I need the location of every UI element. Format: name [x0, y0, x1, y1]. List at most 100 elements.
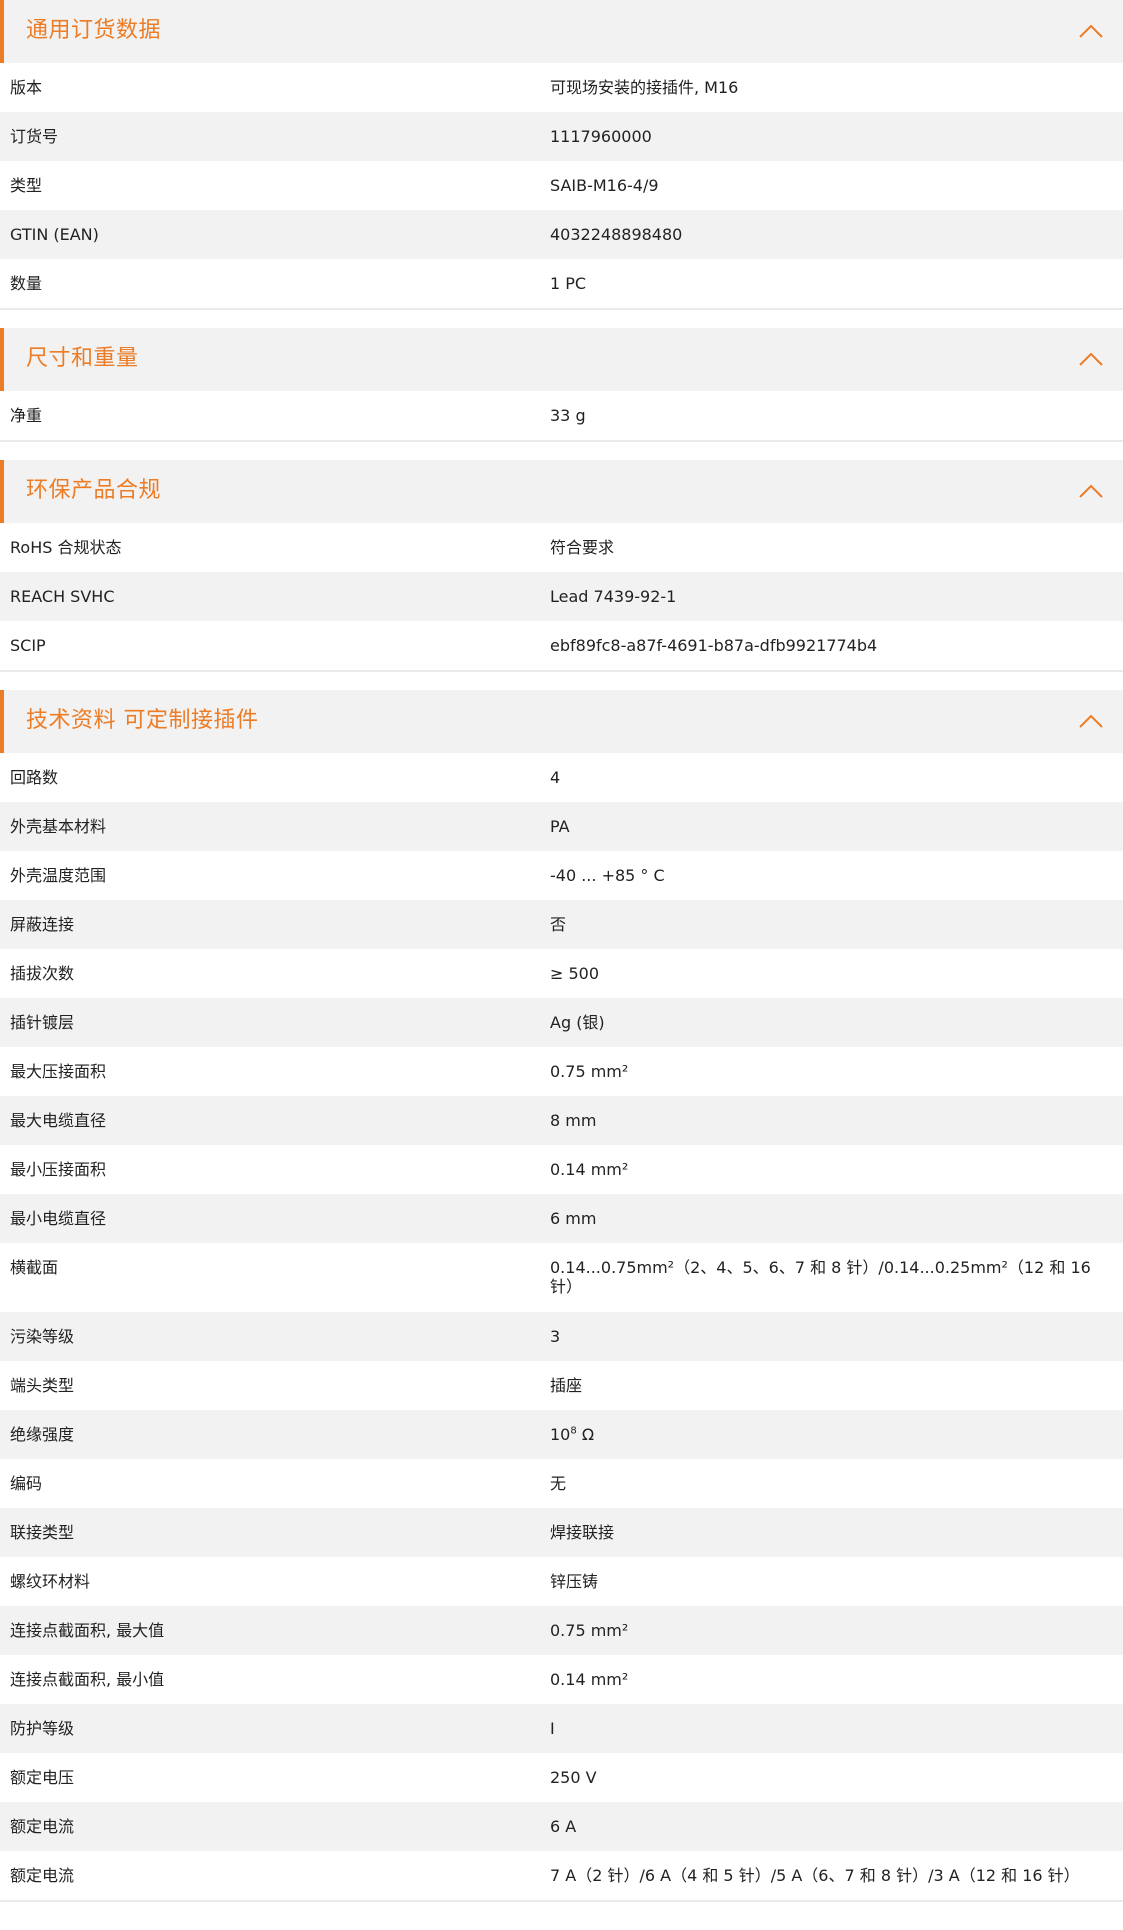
section-header[interactable]: 环保产品合规	[0, 460, 1123, 523]
table-row: 外壳基本材料 PA	[0, 802, 1123, 851]
divider	[0, 1900, 1123, 1902]
row-value: 0.75 mm²	[550, 1621, 629, 1640]
row-value: 0.14 mm²	[550, 1670, 629, 1689]
divider	[0, 440, 1123, 442]
row-label: 额定电流	[10, 1817, 75, 1836]
row-label: 额定电流	[10, 1866, 75, 1885]
row-label: 绝缘强度	[10, 1425, 75, 1444]
table-row: 额定电流 7 A（2 针）/6 A（4 和 5 针）/5 A（6、7 和 8 针）…	[0, 1851, 1123, 1900]
row-value: 4	[550, 768, 561, 787]
table-row: 横截面 0.14...0.75mm²（2、4、5、6、7 和 8 针）/0.14.…	[0, 1243, 1123, 1312]
row-value: 焊接联接	[550, 1523, 615, 1542]
section-title: 通用订货数据	[26, 18, 162, 43]
section-title: 尺寸和重量	[26, 346, 139, 371]
table-row: 类型 SAIB-M16-4/9	[0, 161, 1123, 210]
table-row: GTIN (EAN) 4032248898480	[0, 210, 1123, 259]
row-label: 净重	[10, 406, 43, 425]
row-value: 250 V	[550, 1768, 597, 1787]
row-value: 6 mm	[550, 1209, 597, 1228]
row-value: 锌压铸	[550, 1572, 599, 1591]
row-value: 1 PC	[550, 274, 587, 293]
section-technical-data: 技术资料 可定制接插件 回路数 4 外壳基本材料 PA 外壳温度范围 -40 ... …	[0, 690, 1123, 1902]
row-label: 螺纹环材料	[10, 1572, 91, 1591]
row-label: SCIP	[10, 636, 46, 655]
row-label: 端头类型	[10, 1376, 75, 1395]
row-value: 符合要求	[550, 538, 615, 557]
value-unit: Ω	[576, 1425, 595, 1444]
row-label: REACH SVHC	[10, 587, 115, 606]
divider	[0, 670, 1123, 672]
row-value: Ag (银)	[550, 1013, 605, 1032]
table-row: 最大电缆直径 8 mm	[0, 1096, 1123, 1145]
row-label: 额定电压	[10, 1768, 75, 1787]
table-row: 回路数 4	[0, 753, 1123, 802]
row-value: 6 A	[550, 1817, 577, 1836]
row-value: Lead 7439-92-1	[550, 587, 677, 606]
product-data-page: 通用订货数据 版本 可现场安装的接插件, M16 订货号 1117960000 类型…	[0, 0, 1123, 1902]
row-value: 0.75 mm²	[550, 1062, 629, 1081]
row-value: PA	[550, 817, 570, 836]
chevron-up-icon[interactable]	[1076, 347, 1106, 371]
row-label: 防护等级	[10, 1719, 75, 1738]
value-base: 10	[550, 1425, 571, 1444]
section-header[interactable]: 通用订货数据	[0, 0, 1123, 63]
row-label: 屏蔽连接	[10, 915, 75, 934]
row-label: 类型	[10, 176, 43, 195]
row-label: RoHS 合规状态	[10, 538, 122, 557]
row-label: 污染等级	[10, 1327, 75, 1346]
table-row: SCIP ebf89fc8-a87f-4691-b87a-dfb9921774b4	[0, 621, 1123, 670]
chevron-up-icon[interactable]	[1076, 19, 1106, 43]
table-row: 防护等级 I	[0, 1704, 1123, 1753]
row-label: 最大电缆直径	[10, 1111, 107, 1130]
row-value: 无	[550, 1474, 567, 1493]
row-label: 订货号	[10, 127, 59, 146]
table-row: 螺纹环材料 锌压铸	[0, 1557, 1123, 1606]
row-label: 连接点截面积, 最小值	[10, 1670, 165, 1689]
table-row: 外壳温度范围 -40 ... +85 ° C	[0, 851, 1123, 900]
row-label: 插针镀层	[10, 1013, 75, 1032]
row-value: SAIB-M16-4/9	[550, 176, 659, 195]
table-row: 最小压接面积 0.14 mm²	[0, 1145, 1123, 1194]
table-row: 数量 1 PC	[0, 259, 1123, 308]
table-row: 最小电缆直径 6 mm	[0, 1194, 1123, 1243]
table-row: 屏蔽连接 否	[0, 900, 1123, 949]
row-label: 联接类型	[10, 1523, 75, 1542]
chevron-up-icon[interactable]	[1076, 479, 1106, 503]
row-label: 版本	[10, 78, 43, 97]
row-label: 插拔次数	[10, 964, 75, 983]
row-value: 108 Ω	[550, 1410, 1110, 1456]
section-environmental-compliance: 环保产品合规 RoHS 合规状态 符合要求 REACH SVHC Lead 7439…	[0, 460, 1123, 672]
section-title: 技术资料 可定制接插件	[26, 708, 259, 733]
section-header[interactable]: 尺寸和重量	[0, 328, 1123, 391]
table-row: 连接点截面积, 最小值 0.14 mm²	[0, 1655, 1123, 1704]
row-value: 可现场安装的接插件, M16	[550, 78, 739, 97]
chevron-up-icon[interactable]	[1076, 709, 1106, 733]
table-row: 绝缘强度 108 Ω	[0, 1410, 1123, 1459]
section-title: 环保产品合规	[26, 478, 162, 503]
row-label: 外壳基本材料	[10, 817, 107, 836]
row-value: 0.14...0.75mm²（2、4、5、6、7 和 8 针）/0.14...0…	[550, 1258, 1091, 1296]
row-label: 数量	[10, 274, 43, 293]
section-header[interactable]: 技术资料 可定制接插件	[0, 690, 1123, 753]
divider	[0, 308, 1123, 310]
row-label: 最小压接面积	[10, 1160, 107, 1179]
table-row: 额定电流 6 A	[0, 1802, 1123, 1851]
table-row: 联接类型 焊接联接	[0, 1508, 1123, 1557]
section-dimensions-weight: 尺寸和重量 净重 33 g	[0, 328, 1123, 442]
row-value: 0.14 mm²	[550, 1160, 629, 1179]
table-row: 插针镀层 Ag (银)	[0, 998, 1123, 1047]
row-label: 连接点截面积, 最大值	[10, 1621, 165, 1640]
table-row: REACH SVHC Lead 7439-92-1	[0, 572, 1123, 621]
row-value: ≥ 500	[550, 964, 600, 983]
row-value: 1117960000	[550, 127, 652, 146]
table-row: 编码 无	[0, 1459, 1123, 1508]
row-label: 最大压接面积	[10, 1062, 107, 1081]
row-value: 否	[550, 915, 567, 934]
row-value: 8 mm	[550, 1111, 597, 1130]
section-ordering-data: 通用订货数据 版本 可现场安装的接插件, M16 订货号 1117960000 类型…	[0, 0, 1123, 310]
table-row: 连接点截面积, 最大值 0.75 mm²	[0, 1606, 1123, 1655]
row-label: 外壳温度范围	[10, 866, 107, 885]
row-value: 7 A（2 针）/6 A（4 和 5 针）/5 A（6、7 和 8 针）/3 A…	[550, 1866, 1080, 1885]
table-row: 插拔次数 ≥ 500	[0, 949, 1123, 998]
table-row: 净重 33 g	[0, 391, 1123, 440]
